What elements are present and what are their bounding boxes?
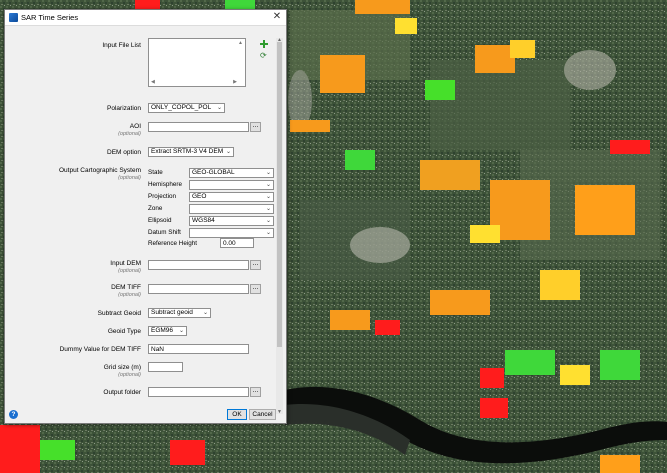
ocs-datum-shift-select[interactable]: ⌄ bbox=[189, 228, 274, 238]
aoi-label-text: AOI bbox=[129, 123, 141, 130]
polarization-select[interactable]: ONLY_COPOL_POL ⌄ bbox=[148, 103, 225, 113]
polarization-value: ONLY_COPOL_POL bbox=[151, 104, 212, 111]
ocs-ellipsoid-label: Ellipsoid bbox=[148, 217, 172, 224]
close-icon[interactable]: ✕ bbox=[271, 11, 283, 23]
reference-height-input[interactable] bbox=[220, 238, 254, 248]
input-file-list[interactable]: ▲ ◀ ▶ bbox=[148, 38, 246, 87]
refresh-icon[interactable]: ⟳ bbox=[260, 52, 268, 60]
geoid-type-select[interactable]: EGM96 ⌄ bbox=[148, 326, 187, 336]
dem-tiff-browse-button[interactable]: ... bbox=[250, 284, 261, 294]
ocs-label: Output Cartographic System (optional) bbox=[5, 167, 141, 181]
chevron-down-icon: ⌄ bbox=[265, 206, 271, 212]
chevron-down-icon: ⌄ bbox=[265, 170, 271, 176]
ok-button[interactable]: OK bbox=[227, 409, 247, 420]
subtract-geoid-value: Subtract geoid bbox=[151, 309, 193, 316]
ocs-state-value: GEO-GLOBAL bbox=[192, 169, 235, 176]
grid-size-optional: (optional) bbox=[118, 372, 141, 378]
ocs-ellipsoid-value: WGS84 bbox=[192, 217, 215, 224]
scrollbar-thumb[interactable] bbox=[277, 42, 282, 347]
ocs-projection-select[interactable]: GEO ⌄ bbox=[189, 192, 274, 202]
grid-size-label-text: Grid size (m) bbox=[103, 364, 141, 371]
output-folder-browse-button[interactable]: ... bbox=[250, 387, 261, 397]
subtract-geoid-select[interactable]: Subtract geoid ⌄ bbox=[148, 308, 211, 318]
dummy-value-input[interactable] bbox=[148, 344, 249, 354]
ocs-state-label: State bbox=[148, 169, 163, 176]
app-icon bbox=[9, 13, 18, 22]
input-file-list-label: Input File List bbox=[102, 42, 141, 49]
dem-option-label: DEM option bbox=[107, 149, 141, 156]
ocs-hemisphere-label: Hemisphere bbox=[148, 181, 182, 188]
chevron-down-icon: ⌄ bbox=[265, 182, 271, 188]
dem-tiff-optional: (optional) bbox=[118, 292, 141, 298]
chevron-down-icon: ⌄ bbox=[265, 218, 271, 224]
plus-icon[interactable] bbox=[260, 40, 268, 48]
dialog-title: SAR Time Series bbox=[21, 13, 79, 22]
cancel-button[interactable]: Cancel bbox=[249, 409, 276, 420]
ocs-projection-label: Projection bbox=[148, 193, 177, 200]
dem-option-value: Extract SRTM-3 V4 DEM bbox=[151, 148, 224, 155]
sar-time-series-dialog: SAR Time Series ✕ Input File List ▲ ◀ ▶ … bbox=[4, 9, 287, 424]
polarization-label: Polarization bbox=[107, 105, 141, 112]
scroll-right-arrow-icon[interactable]: ▶ bbox=[233, 79, 237, 85]
output-folder-input[interactable] bbox=[148, 387, 249, 397]
chevron-down-icon: ⌄ bbox=[265, 230, 271, 236]
input-dem-browse-button[interactable]: ... bbox=[250, 260, 261, 270]
chevron-down-icon: ⌄ bbox=[202, 310, 208, 316]
aoi-browse-button[interactable]: ... bbox=[250, 122, 261, 132]
chevron-down-icon: ⌄ bbox=[225, 149, 231, 155]
input-dem-optional: (optional) bbox=[118, 268, 141, 274]
ocs-zone-select[interactable]: ⌄ bbox=[189, 204, 274, 214]
output-folder-label: Output folder bbox=[103, 389, 141, 396]
input-dem-input[interactable] bbox=[148, 260, 249, 270]
scroll-left-arrow-icon[interactable]: ◀ bbox=[151, 79, 155, 85]
grid-size-label: Grid size (m) (optional) bbox=[5, 364, 141, 378]
geoid-type-label: Geoid Type bbox=[107, 328, 141, 335]
ocs-datum-shift-label: Datum Shift bbox=[148, 229, 181, 236]
ocs-state-select[interactable]: GEO-GLOBAL ⌄ bbox=[189, 168, 274, 178]
dummy-value-label: Dummy Value for DEM TIFF bbox=[59, 346, 141, 353]
dem-tiff-input[interactable] bbox=[148, 284, 249, 294]
ocs-zone-label: Zone bbox=[148, 205, 163, 212]
dem-option-select[interactable]: Extract SRTM-3 V4 DEM ⌄ bbox=[148, 147, 234, 157]
ocs-ellipsoid-select[interactable]: WGS84 ⌄ bbox=[189, 216, 274, 226]
scroll-up-arrow-icon[interactable]: ▲ bbox=[238, 40, 243, 46]
aoi-label: AOI (optional) bbox=[5, 123, 141, 137]
reference-height-label: Reference Height bbox=[148, 240, 198, 247]
chevron-down-icon: ⌄ bbox=[216, 105, 222, 111]
dialog-scrollbar[interactable]: ▲ ▼ bbox=[276, 38, 283, 415]
subtract-geoid-label: Subtract Geoid bbox=[97, 310, 141, 317]
help-icon[interactable]: ? bbox=[9, 410, 18, 419]
aoi-input[interactable] bbox=[148, 122, 249, 132]
input-dem-label: Input DEM (optional) bbox=[5, 260, 141, 274]
chevron-down-icon: ⌄ bbox=[178, 328, 184, 334]
aoi-optional: (optional) bbox=[118, 131, 141, 137]
ocs-hemisphere-select[interactable]: ⌄ bbox=[189, 180, 274, 190]
grid-size-input[interactable] bbox=[148, 362, 183, 372]
scroll-down-arrow-icon[interactable]: ▼ bbox=[276, 410, 283, 415]
ocs-optional: (optional) bbox=[118, 175, 141, 181]
geoid-type-value: EGM96 bbox=[151, 327, 174, 334]
dialog-titlebar: SAR Time Series ✕ bbox=[5, 10, 286, 26]
dem-tiff-label: DEM TIFF (optional) bbox=[5, 284, 141, 298]
ocs-label-text: Output Cartographic System bbox=[58, 167, 141, 174]
chevron-down-icon: ⌄ bbox=[265, 194, 271, 200]
ocs-projection-value: GEO bbox=[192, 193, 207, 200]
input-dem-label-text: Input DEM bbox=[110, 260, 141, 267]
dem-tiff-label-text: DEM TIFF bbox=[111, 284, 141, 291]
